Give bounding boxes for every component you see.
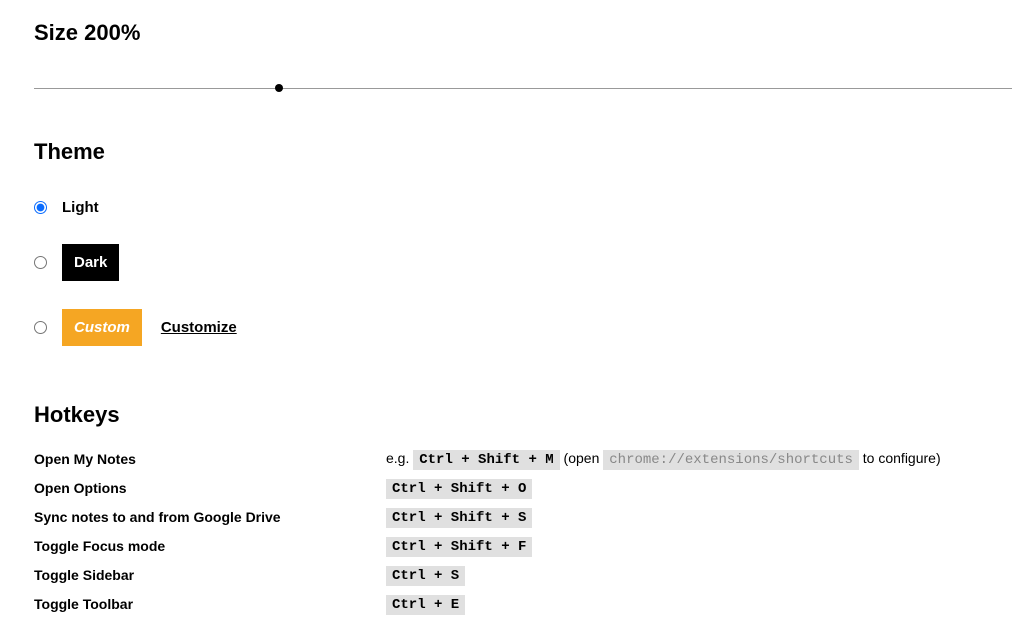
theme-radio-custom[interactable] <box>34 321 47 334</box>
hotkey-value: Ctrl + Shift + O <box>386 477 532 500</box>
slider-track <box>34 88 1012 89</box>
hotkey-label: Open My Notes <box>34 449 386 470</box>
theme-heading: Theme <box>34 139 1024 165</box>
hotkey-row-toggle-sidebar: Toggle Sidebar Ctrl + S <box>34 564 1024 587</box>
eg-close: to configure) <box>859 450 941 466</box>
hotkey-row-toggle-toolbar: Toggle Toolbar Ctrl + E <box>34 593 1024 616</box>
hotkey-kbd: Ctrl + S <box>386 566 465 586</box>
eg-open: (open <box>560 450 604 466</box>
hotkey-value: Ctrl + Shift + S <box>386 506 532 529</box>
hotkey-value: Ctrl + Shift + F <box>386 535 532 558</box>
eg-url: chrome://extensions/shortcuts <box>603 450 859 470</box>
theme-dark-label: Dark <box>62 244 119 281</box>
hotkey-kbd: Ctrl + Shift + F <box>386 537 532 557</box>
hotkeys-heading: Hotkeys <box>34 402 1024 428</box>
hotkey-label: Toggle Focus mode <box>34 536 386 557</box>
theme-radio-dark[interactable] <box>34 256 47 269</box>
hotkey-row-open-options: Open Options Ctrl + Shift + O <box>34 477 1024 500</box>
hotkey-row-toggle-focus: Toggle Focus mode Ctrl + Shift + F <box>34 535 1024 558</box>
theme-radio-light[interactable] <box>34 201 47 214</box>
hotkey-label: Sync notes to and from Google Drive <box>34 507 386 528</box>
hotkey-value-example: e.g. Ctrl + Shift + M (open chrome://ext… <box>386 448 941 471</box>
hotkey-row-sync-notes: Sync notes to and from Google Drive Ctrl… <box>34 506 1024 529</box>
hotkey-label: Open Options <box>34 478 386 499</box>
size-section: Size 200% <box>34 20 1024 89</box>
theme-option-custom[interactable]: Custom Customize <box>34 309 1024 346</box>
hotkey-label: Toggle Toolbar <box>34 594 386 615</box>
theme-light-label: Light <box>62 199 99 216</box>
size-heading: Size 200% <box>34 20 1024 46</box>
hotkey-row-open-my-notes: Open My Notes e.g. Ctrl + Shift + M (ope… <box>34 448 1024 471</box>
eg-key: Ctrl + Shift + M <box>413 450 559 470</box>
eg-prefix: e.g. <box>386 450 413 466</box>
hotkeys-section: Hotkeys Open My Notes e.g. Ctrl + Shift … <box>34 402 1024 616</box>
hotkey-label: Toggle Sidebar <box>34 565 386 586</box>
hotkey-kbd: Ctrl + Shift + S <box>386 508 532 528</box>
theme-options: Light Dark Custom Customize <box>34 199 1024 346</box>
theme-option-dark[interactable]: Dark <box>34 244 1024 281</box>
hotkey-kbd: Ctrl + Shift + O <box>386 479 532 499</box>
theme-custom-label: Custom <box>62 309 142 346</box>
customize-link[interactable]: Customize <box>161 319 237 336</box>
slider-thumb[interactable] <box>275 84 283 92</box>
size-slider[interactable] <box>34 88 1012 89</box>
theme-section: Theme Light Dark Custom Customize <box>34 139 1024 346</box>
theme-option-light[interactable]: Light <box>34 199 1024 216</box>
hotkey-kbd: Ctrl + E <box>386 595 465 615</box>
hotkey-value: Ctrl + S <box>386 564 465 587</box>
hotkey-value: Ctrl + E <box>386 593 465 616</box>
